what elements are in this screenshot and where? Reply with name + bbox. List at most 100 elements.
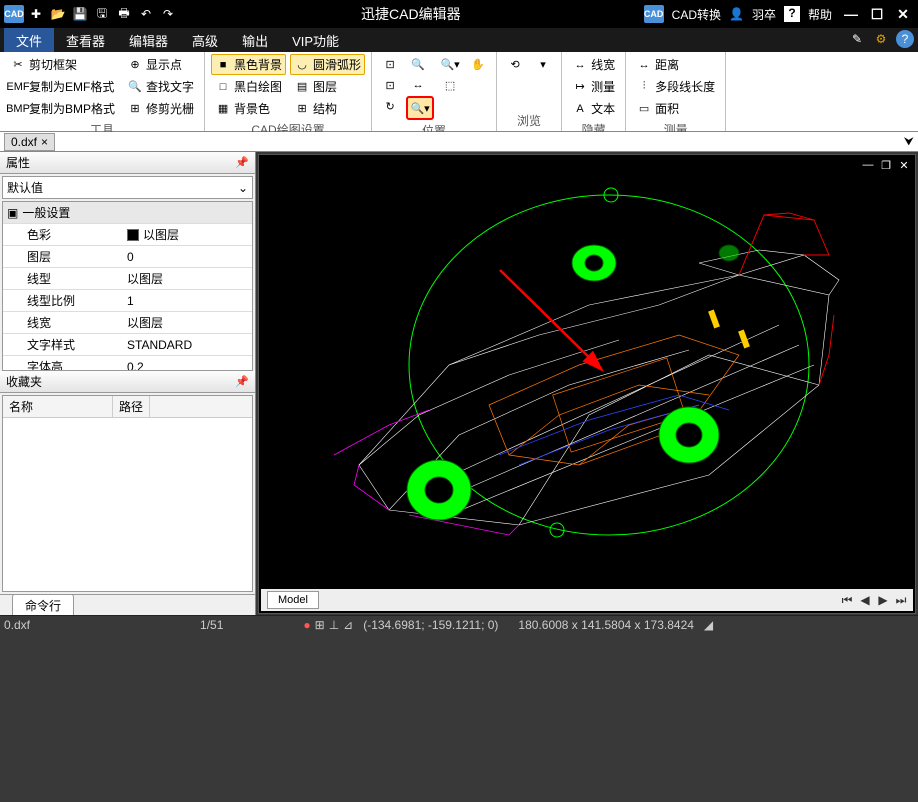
user-icon[interactable]: 👤 [729, 7, 744, 21]
prop-value[interactable]: 0 [123, 246, 252, 267]
ribbon-button[interactable]: ▾ [531, 54, 555, 74]
ribbon-button[interactable]: ▦背景色 [211, 98, 286, 119]
open-icon[interactable]: 📂 [48, 4, 68, 24]
prop-value[interactable]: 1 [123, 290, 252, 311]
ribbon-button[interactable]: EMF复制为EMF格式 [6, 76, 119, 97]
redo-icon[interactable]: ↷ [158, 4, 178, 24]
ribbon-button[interactable]: A文本 [568, 98, 619, 119]
help-button[interactable]: 帮助 [808, 6, 832, 23]
ribbon-button[interactable]: 🔍查找文字 [123, 76, 198, 97]
tab-editor[interactable]: 编辑器 [117, 28, 180, 52]
prop-row[interactable]: 线宽以图层 [3, 311, 252, 333]
saveall-icon[interactable]: 🖫 [92, 4, 112, 24]
feedback-icon[interactable]: ✎ [848, 30, 866, 48]
ribbon-button[interactable]: ↔ [406, 75, 434, 95]
prop-row[interactable]: 线型以图层 [3, 267, 252, 289]
fav-col-path[interactable]: 路径 [113, 396, 150, 417]
ribbon-button[interactable]: ⊞修剪光栅 [123, 98, 198, 119]
tab-file[interactable]: 文件 [4, 28, 54, 52]
pin-icon[interactable]: 📌 [235, 375, 249, 388]
doc-tab-close-icon[interactable]: × [41, 135, 48, 149]
ribbon-button[interactable]: □黑白绘图 [211, 76, 286, 97]
resize-grip-icon[interactable]: ◢ [704, 618, 713, 632]
ribbon-button[interactable]: ⊕显示点 [123, 54, 198, 75]
ribbon-button[interactable]: ✂剪切框架 [6, 54, 119, 75]
collapse-icon[interactable]: ▣ [7, 206, 18, 220]
nav-last-icon[interactable]: ⏭ [893, 593, 909, 608]
ortho-icon[interactable]: ⊥ [329, 618, 339, 632]
help2-icon[interactable]: ? [896, 30, 914, 48]
minimize-icon[interactable]: — [840, 4, 862, 24]
snap-icon[interactable]: ● [303, 618, 310, 632]
prop-value[interactable]: 以图层 [123, 312, 252, 333]
ribbon-button[interactable]: ⊡ [378, 54, 402, 74]
close-icon[interactable]: ✕ [892, 4, 914, 24]
status-selection: 1/51 [200, 618, 223, 632]
tab-viewer[interactable]: 查看器 [54, 28, 117, 52]
prop-value[interactable]: 以图层 [123, 268, 252, 289]
ribbon-button[interactable]: ◡圆滑弧形 [290, 54, 365, 75]
nav-next-icon[interactable]: ▶ [875, 593, 891, 608]
prop-row[interactable]: 图层0 [3, 245, 252, 267]
undo-icon[interactable]: ↶ [136, 4, 156, 24]
prop-value[interactable]: 0.2 [123, 356, 252, 371]
favorites-list[interactable]: 名称 路径 [2, 395, 253, 592]
ribbon-button[interactable]: ⟲ [503, 54, 527, 74]
doc-tab[interactable]: 0.dxf × [4, 133, 55, 151]
ribbon-icon: ⊡ [382, 56, 398, 72]
ribbon-button-label: 距离 [655, 56, 679, 73]
prop-row[interactable]: 文字样式STANDARD [3, 333, 252, 355]
ribbon-button[interactable]: ↻ [378, 96, 402, 116]
print-icon[interactable]: 🖶 [114, 4, 134, 24]
ribbon-icon: ↻ [382, 98, 398, 114]
cad-icon[interactable]: CAD [644, 5, 664, 23]
default-combo[interactable]: 默认值 ⌄ [2, 176, 253, 199]
save-icon[interactable]: 💾 [70, 4, 90, 24]
property-grid[interactable]: ▣一般设置色彩以图层图层0线型以图层线型比例1线宽以图层文字样式STANDARD… [2, 201, 253, 371]
viewport[interactable]: — ❐ ✕ [258, 154, 916, 614]
tab-output[interactable]: 输出 [230, 28, 280, 52]
tab-vip[interactable]: VIP功能 [280, 28, 351, 52]
ribbon-button[interactable]: ↔线宽 [568, 54, 619, 75]
ribbon-button[interactable]: ✋ [466, 54, 490, 74]
pin-icon[interactable]: 📌 [235, 156, 249, 169]
ribbon-button[interactable]: ⊡ [378, 75, 402, 95]
prop-row[interactable]: 色彩以图层 [3, 223, 252, 245]
ribbon-button[interactable]: ⬚ [438, 75, 462, 95]
ribbon-button[interactable]: ▭面积 [632, 98, 719, 119]
tab-advanced[interactable]: 高级 [180, 28, 230, 52]
ribbon-button-label: 黑白绘图 [234, 78, 282, 95]
collapse-icon[interactable]: ⮟ [904, 134, 914, 149]
ribbon-button[interactable]: ■黑色背景 [211, 54, 286, 75]
nav-first-icon[interactable]: ⏮ [839, 593, 855, 608]
ribbon-icon: ⊡ [382, 77, 398, 93]
grid-icon[interactable]: ⊞ [315, 618, 325, 632]
prop-row[interactable]: 字体高0.2 [3, 355, 252, 371]
command-line-tab[interactable]: 命令行 [0, 594, 255, 616]
settings-icon[interactable]: ⚙ [872, 30, 890, 48]
ribbon-button[interactable]: 🔍 [406, 54, 434, 74]
ribbon-button[interactable]: ▤图层 [290, 76, 365, 97]
ribbon-button[interactable]: ↔距离 [632, 54, 719, 75]
ribbon-button[interactable]: BMP复制为BMP格式 [6, 98, 119, 119]
model-tab[interactable]: Model [267, 591, 319, 609]
new-icon[interactable]: ✚ [26, 4, 46, 24]
cad-convert-button[interactable]: CAD转换 [672, 6, 721, 23]
ribbon-button[interactable]: 🔍▾ [406, 96, 434, 120]
prop-value[interactable]: STANDARD [123, 334, 252, 355]
ribbon-button[interactable]: ↦测量 [568, 76, 619, 97]
prop-section[interactable]: ▣一般设置 [3, 202, 252, 223]
ribbon-button[interactable]: 🔍▾ [438, 54, 462, 74]
nav-prev-icon[interactable]: ◀ [857, 593, 873, 608]
user-name[interactable]: 羽卒 [752, 6, 776, 23]
maximize-icon[interactable]: ☐ [866, 4, 888, 24]
prop-value[interactable]: 以图层 [123, 224, 252, 245]
prop-row[interactable]: 线型比例1 [3, 289, 252, 311]
fav-col-name[interactable]: 名称 [3, 396, 113, 417]
help-icon[interactable]: ? [784, 6, 800, 22]
ribbon-icon: ✋ [470, 56, 486, 72]
app-icon[interactable]: CAD [4, 4, 24, 24]
ribbon-button[interactable]: ⊞结构 [290, 98, 365, 119]
polar-icon[interactable]: ⊿ [343, 618, 353, 632]
ribbon-button[interactable]: ⫶多段线长度 [632, 76, 719, 97]
